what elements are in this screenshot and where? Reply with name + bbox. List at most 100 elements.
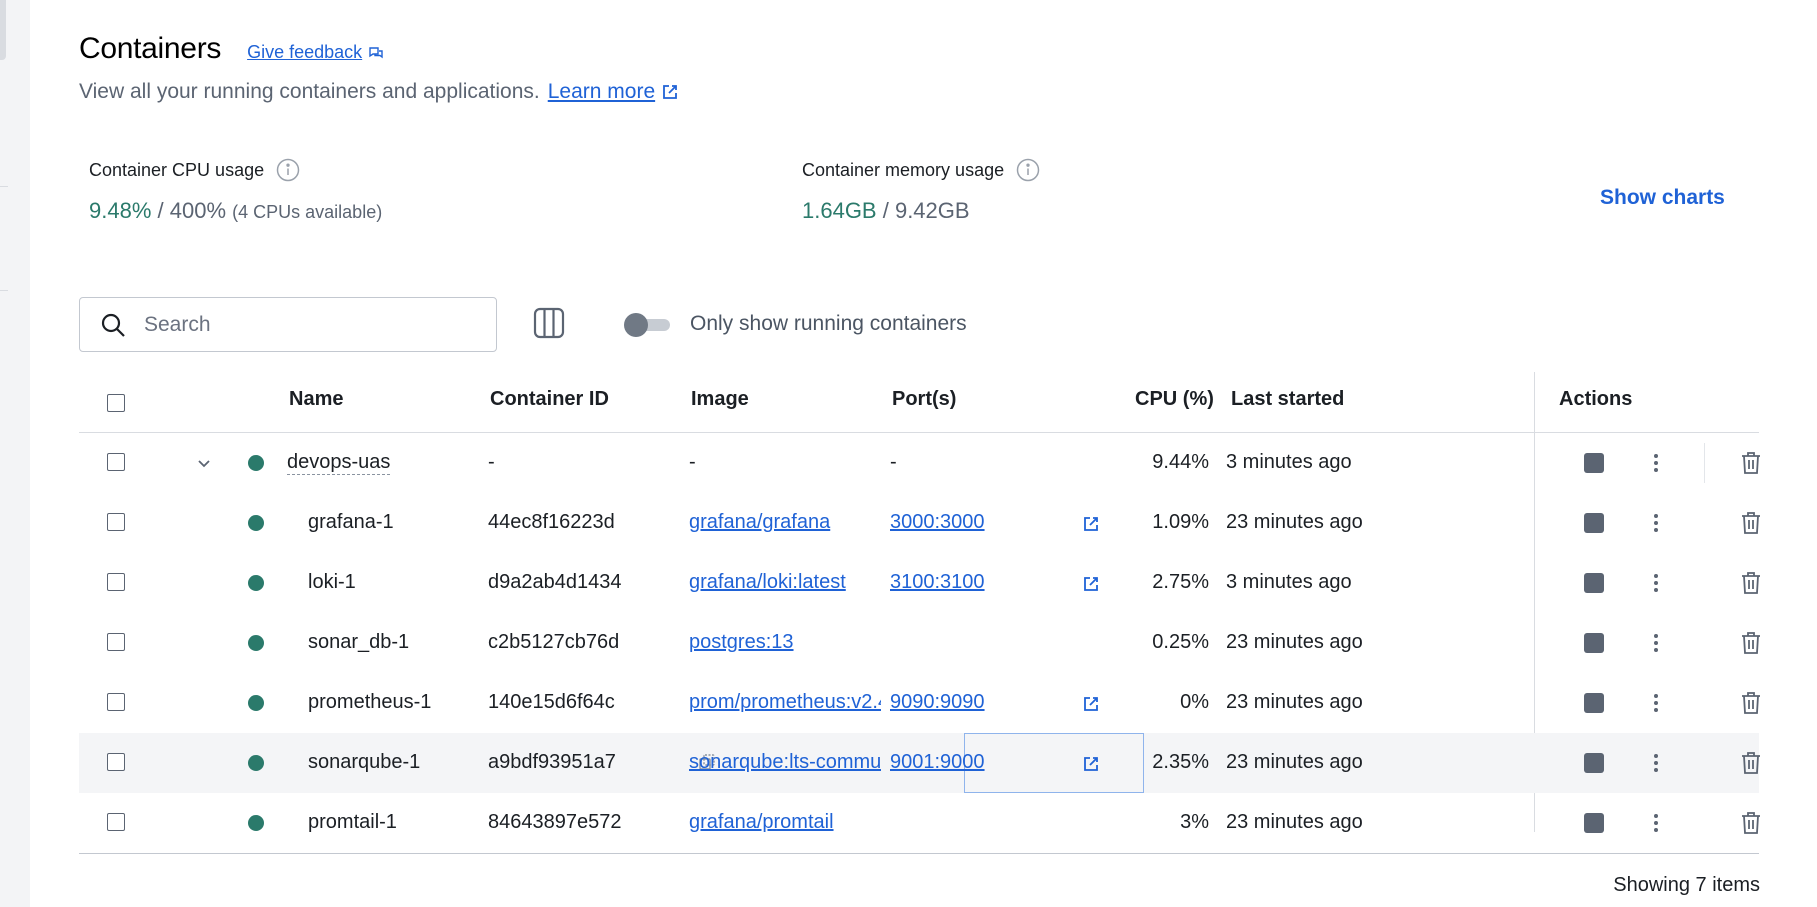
- show-charts-button[interactable]: Show charts: [1600, 186, 1725, 210]
- last-started: 23 minutes ago: [1226, 691, 1363, 713]
- row-checkbox[interactable]: [107, 633, 125, 651]
- columns-icon[interactable]: [532, 306, 566, 340]
- stop-button[interactable]: [1584, 693, 1604, 713]
- more-vert-icon[interactable]: [1644, 511, 1668, 535]
- cpu-percent: 0%: [1180, 691, 1209, 713]
- container-id: 140e15d6f64c: [488, 691, 615, 713]
- table-row[interactable]: grafana-1 44ec8f16223d grafana/grafana 3…: [79, 493, 1760, 553]
- running-status-dot: [248, 455, 264, 471]
- running-status-dot: [248, 695, 264, 711]
- container-name[interactable]: prometheus-1: [308, 691, 431, 714]
- row-checkbox[interactable]: [107, 753, 125, 771]
- trash-icon[interactable]: [1739, 750, 1763, 776]
- rail-divider: [0, 290, 8, 291]
- image-link[interactable]: sonarqube:lts-commur: [689, 751, 881, 773]
- container-id: c2b5127cb76d: [488, 631, 620, 653]
- left-rail: [0, 0, 30, 907]
- cpu-percent: 0.25%: [1152, 631, 1209, 653]
- image-link[interactable]: grafana/grafana: [689, 511, 830, 533]
- external-link-icon: [1084, 577, 1098, 591]
- search-icon: [101, 313, 125, 337]
- header-cpu[interactable]: CPU (%): [1135, 388, 1214, 411]
- stop-button[interactable]: [1584, 453, 1604, 473]
- external-link-icon: [1084, 517, 1098, 531]
- header-ports[interactable]: Port(s): [892, 388, 956, 411]
- port-link[interactable]: 3000:3000: [890, 511, 985, 533]
- trash-icon[interactable]: [1739, 630, 1763, 656]
- info-icon[interactable]: [1016, 158, 1040, 182]
- table-row[interactable]: sonar_db-1 c2b5127cb76d postgres:13 0.25…: [79, 613, 1760, 673]
- row-checkbox[interactable]: [107, 453, 125, 471]
- more-vert-icon[interactable]: [1644, 631, 1668, 655]
- table-row[interactable]: loki-1 d9a2ab4d1434 grafana/loki:latest …: [79, 553, 1760, 613]
- stop-button[interactable]: [1584, 513, 1604, 533]
- row-checkbox[interactable]: [107, 813, 125, 831]
- container-name[interactable]: grafana-1: [308, 511, 394, 534]
- search-input[interactable]: [142, 311, 466, 338]
- info-icon[interactable]: [276, 158, 300, 182]
- last-started: 23 minutes ago: [1226, 811, 1363, 833]
- image: -: [689, 451, 696, 473]
- table-row-group[interactable]: devops-uas - - - 9.44% 3 minutes ago: [79, 433, 1760, 493]
- container-id: a9bdf93951a7: [488, 751, 616, 773]
- port-link[interactable]: 9001:9000: [890, 751, 985, 773]
- cpu-usage-stat: Container CPU usage 9.48% / 400% (4 CPUs…: [89, 158, 382, 224]
- more-vert-icon[interactable]: [1644, 571, 1668, 595]
- image-link[interactable]: prom/prometheus:v2.4: [689, 691, 881, 713]
- header-last-started[interactable]: Last started: [1231, 388, 1344, 411]
- row-checkbox[interactable]: [107, 573, 125, 591]
- stop-button[interactable]: [1584, 573, 1604, 593]
- trash-icon[interactable]: [1739, 450, 1763, 476]
- running-only-toggle[interactable]: [624, 312, 672, 337]
- chevron-down-icon[interactable]: [194, 453, 214, 473]
- table-row[interactable]: promtail-1 84643897e572 grafana/promtail…: [79, 793, 1760, 853]
- more-vert-icon[interactable]: [1644, 691, 1668, 715]
- port-link[interactable]: 3100:3100: [890, 571, 985, 593]
- trash-icon[interactable]: [1739, 570, 1763, 596]
- header: Containers Give feedback: [79, 32, 384, 66]
- items-count: Showing 7 items: [1613, 874, 1760, 896]
- trash-icon[interactable]: [1739, 690, 1763, 716]
- last-started: 23 minutes ago: [1226, 751, 1363, 773]
- trash-icon[interactable]: [1739, 510, 1763, 536]
- last-started: 23 minutes ago: [1226, 511, 1363, 533]
- trash-icon[interactable]: [1739, 810, 1763, 836]
- select-all-checkbox[interactable]: [107, 394, 125, 412]
- learn-more-link[interactable]: Learn more: [548, 80, 655, 104]
- more-vert-icon[interactable]: [1644, 451, 1668, 475]
- table-header: Name Container ID Image Port(s) CPU (%) …: [79, 372, 1759, 433]
- header-name[interactable]: Name: [289, 388, 343, 411]
- row-checkbox[interactable]: [107, 513, 125, 531]
- stop-button[interactable]: [1584, 633, 1604, 653]
- container-name[interactable]: sonar_db-1: [308, 631, 409, 654]
- last-started: 23 minutes ago: [1226, 631, 1363, 653]
- more-vert-icon[interactable]: [1644, 751, 1668, 775]
- port-link[interactable]: 9090:9090: [890, 691, 985, 713]
- image-link[interactable]: postgres:13: [689, 631, 794, 653]
- ports: -: [890, 451, 897, 473]
- header-container-id[interactable]: Container ID: [490, 388, 609, 411]
- search-field[interactable]: [79, 297, 497, 352]
- rail-tab[interactable]: [0, 0, 6, 60]
- image-link[interactable]: grafana/promtail: [689, 811, 834, 833]
- more-vert-icon[interactable]: [1644, 811, 1668, 835]
- give-feedback-link[interactable]: Give feedback: [247, 42, 384, 63]
- table-row[interactable]: prometheus-1 140e15d6f64c prom/prometheu…: [79, 673, 1760, 733]
- image-link[interactable]: grafana/loki:latest: [689, 571, 846, 593]
- stop-button[interactable]: [1584, 753, 1604, 773]
- memory-usage-stat: Container memory usage 1.64GB / 9.42GB: [802, 158, 1040, 224]
- container-name[interactable]: promtail-1: [308, 811, 397, 834]
- container-name[interactable]: loki-1: [308, 571, 356, 594]
- cpu-note: (4 CPUs available): [232, 202, 383, 222]
- page-title: Containers: [79, 32, 222, 65]
- row-checkbox[interactable]: [107, 693, 125, 711]
- give-feedback-label: Give feedback: [247, 42, 363, 62]
- container-name[interactable]: sonarqube-1: [308, 751, 420, 774]
- stop-button[interactable]: [1584, 813, 1604, 833]
- cpu-usage-label: Container CPU usage: [89, 159, 265, 180]
- header-image[interactable]: Image: [691, 388, 749, 411]
- group-name[interactable]: devops-uas: [287, 451, 391, 475]
- subtitle-text: View all your running containers and app…: [79, 80, 540, 103]
- table-row[interactable]: sonarqube-1 a9bdf93951a7 sonarqube:lts-c…: [79, 733, 1760, 793]
- container-id: d9a2ab4d1434: [488, 571, 622, 593]
